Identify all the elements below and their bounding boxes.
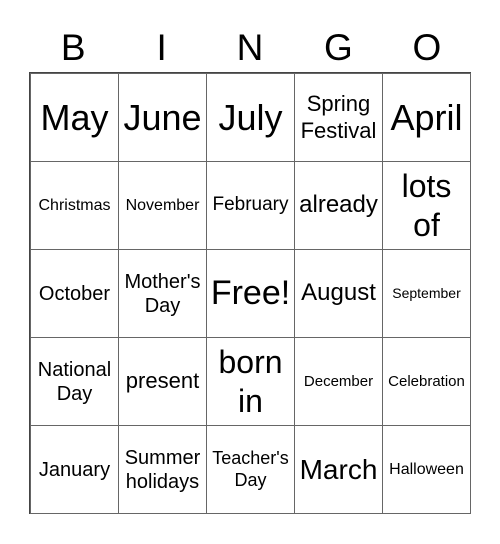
bingo-cell[interactable]: Christmas <box>30 161 119 250</box>
bingo-cell[interactable]: August <box>294 249 383 338</box>
bingo-cell[interactable]: Celebration <box>382 337 471 426</box>
bingo-cell[interactable]: Spring Festival <box>294 73 383 162</box>
header-letter-o: O <box>412 27 442 68</box>
bingo-cell[interactable]: September <box>382 249 471 338</box>
header-letter-i: I <box>156 27 167 68</box>
bingo-cell[interactable]: Halloween <box>382 425 471 514</box>
bingo-cell[interactable]: January <box>30 425 119 514</box>
bingo-cell[interactable]: already <box>294 161 383 250</box>
bingo-cell[interactable]: Teacher's Day <box>206 425 295 514</box>
bingo-grid: May June July Spring Festival April Christmas… <box>29 72 471 514</box>
bingo-cell[interactable]: November <box>118 161 207 250</box>
bingo-cell[interactable]: National Day <box>30 337 119 426</box>
bingo-cell[interactable]: born in <box>206 337 295 426</box>
bingo-cell[interactable]: Mother's Day <box>118 249 207 338</box>
bingo-cell[interactable]: Free! <box>206 249 295 338</box>
header-letter-n: N <box>236 27 264 68</box>
bingo-cell[interactable]: June <box>118 73 207 162</box>
bingo-cell[interactable]: lots of <box>382 161 471 250</box>
bingo-cell[interactable]: March <box>294 425 383 514</box>
bingo-cell[interactable]: February <box>206 161 295 250</box>
bingo-cell[interactable]: Summer holidays <box>118 425 207 514</box>
header-letter-b: B <box>60 27 86 68</box>
bingo-cell[interactable]: May <box>30 73 119 162</box>
bingo-cell[interactable]: July <box>206 73 295 162</box>
header-letter-g: G <box>324 27 353 68</box>
bingo-cell[interactable]: December <box>294 337 383 426</box>
bingo-cell[interactable]: April <box>382 73 471 162</box>
bingo-cell[interactable]: October <box>30 249 119 338</box>
bingo-cell[interactable]: present <box>118 337 207 426</box>
bingo-header: B I N G O <box>29 26 471 70</box>
